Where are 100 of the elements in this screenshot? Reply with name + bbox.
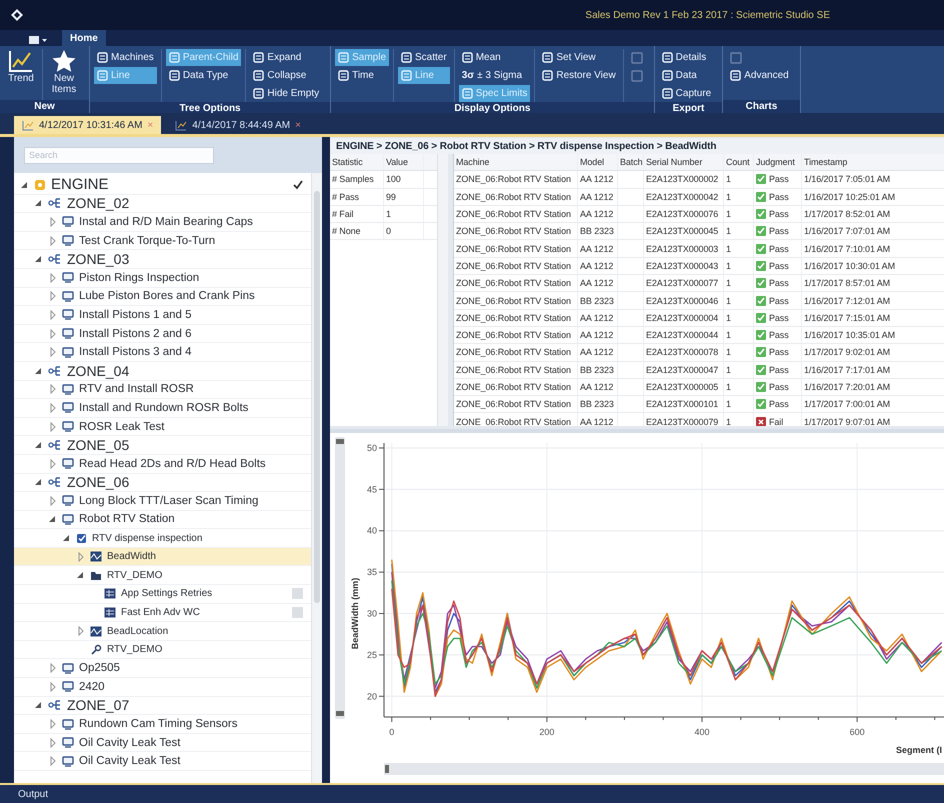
expand-arrow[interactable] bbox=[48, 458, 57, 469]
app-menu-icon[interactable] bbox=[28, 34, 48, 46]
column-header[interactable]: Timestamp bbox=[802, 154, 944, 170]
tree-item[interactable]: Test Crank Torque-To-Turn bbox=[14, 232, 311, 250]
expand-arrow[interactable] bbox=[76, 552, 85, 562]
collapse-arrow[interactable] bbox=[34, 198, 43, 208]
tree-item[interactable]: ZONE_03 bbox=[14, 250, 311, 269]
expand-arrow[interactable] bbox=[48, 384, 57, 394]
tree-item[interactable]: Oil Cavity Leak Test bbox=[14, 734, 311, 752]
checkbox[interactable] bbox=[292, 588, 303, 600]
scroll-bar[interactable] bbox=[437, 154, 448, 426]
document-tab[interactable]: 4/14/2017 8:44:49 AM × bbox=[167, 116, 309, 134]
scroll-bar[interactable] bbox=[335, 437, 345, 719]
expand-arrow[interactable] bbox=[48, 291, 57, 302]
collapse-arrow[interactable] bbox=[34, 366, 43, 376]
ribbon-button[interactable]: Collapse bbox=[250, 67, 322, 84]
expand-arrow[interactable] bbox=[48, 216, 57, 227]
tree-item[interactable]: ZONE_04 bbox=[14, 362, 311, 381]
tree-item[interactable]: Rundown Cam Timing Sensors bbox=[14, 715, 311, 734]
table-cell: 1/16/2017 7:20:01 AM bbox=[802, 378, 944, 396]
collapse-arrow[interactable] bbox=[76, 570, 85, 580]
collapse-arrow[interactable] bbox=[62, 533, 71, 544]
column-header[interactable]: Value bbox=[384, 154, 424, 170]
ribbon-button[interactable]: Mean bbox=[458, 49, 530, 66]
expand-arrow[interactable] bbox=[48, 236, 57, 246]
ribbon-button[interactable]: Scatter bbox=[398, 49, 450, 66]
column-header[interactable]: Machine bbox=[454, 154, 578, 170]
expand-arrow[interactable] bbox=[48, 719, 57, 730]
tree-item[interactable]: BeadWidth bbox=[14, 548, 311, 566]
ribbon-button[interactable]: Data bbox=[658, 67, 714, 84]
column-header[interactable]: Model bbox=[578, 154, 618, 170]
collapse-arrow[interactable] bbox=[34, 254, 43, 264]
tree-item[interactable]: App Settings Retries bbox=[14, 585, 311, 604]
tree-item[interactable]: Install Pistons 1 and 5 bbox=[14, 306, 311, 325]
tree-item[interactable]: Piston Rings Inspection bbox=[14, 268, 311, 288]
expand-arrow[interactable] bbox=[48, 310, 57, 320]
tree-item[interactable]: ENGINE bbox=[14, 176, 311, 195]
tree-item[interactable]: RTV_DEMO bbox=[14, 566, 311, 586]
column-header[interactable]: Judgment bbox=[754, 154, 802, 170]
tree-item[interactable]: BeadLocation bbox=[14, 622, 311, 641]
tree-item[interactable]: Instal and R/D Main Bearing Caps bbox=[14, 213, 311, 232]
tree-item[interactable]: ZONE_07 bbox=[14, 696, 311, 716]
expand-arrow[interactable] bbox=[76, 626, 85, 636]
tree-item[interactable]: ZONE_06 bbox=[14, 474, 311, 492]
column-header[interactable]: Statistic bbox=[330, 154, 384, 170]
ribbon-tab[interactable]: Home bbox=[62, 30, 106, 46]
ribbon-button[interactable]: Advanced bbox=[727, 67, 792, 84]
search-field[interactable]: Search bbox=[24, 146, 214, 164]
expand-arrow[interactable] bbox=[48, 738, 57, 748]
expand-arrow[interactable] bbox=[48, 328, 57, 339]
ribbon-button[interactable]: Capture bbox=[658, 85, 714, 102]
tree-item[interactable]: Robot RTV Station bbox=[14, 510, 311, 530]
ribbon-button[interactable]: Hide Empty bbox=[250, 85, 322, 102]
tree-item[interactable]: Oil Cavity Leak Test bbox=[14, 752, 311, 771]
tree-item[interactable]: 2420 bbox=[14, 678, 311, 697]
tree-item[interactable]: Long Block TTT/Laser Scan Timing bbox=[14, 492, 311, 511]
ribbon-button[interactable]: Trend bbox=[4, 49, 38, 84]
ribbon-button[interactable]: New Items bbox=[47, 49, 81, 95]
ribbon-button[interactable]: 3σ ± 3 Sigma bbox=[458, 67, 530, 84]
collapse-arrow[interactable] bbox=[34, 477, 43, 488]
tree-item[interactable]: Install Pistons 3 and 4 bbox=[14, 343, 311, 362]
document-tab[interactable]: 4/12/2017 10:31:46 AM × bbox=[14, 116, 162, 134]
scroll-bar[interactable] bbox=[384, 763, 944, 775]
ribbon-button[interactable]: Details bbox=[658, 49, 714, 66]
collapse-arrow[interactable] bbox=[34, 700, 43, 710]
expand-arrow[interactable] bbox=[48, 496, 57, 506]
ribbon-button[interactable]: Time bbox=[335, 67, 389, 84]
tree-item[interactable]: Read Head 2Ds and R/D Head Bolts bbox=[14, 454, 311, 474]
column-header[interactable]: Batch bbox=[618, 154, 644, 170]
checkbox[interactable] bbox=[292, 179, 303, 190]
tree-item[interactable]: Install and Rundown ROSR Bolts bbox=[14, 399, 311, 418]
tree-item[interactable]: ROSR Leak Test bbox=[14, 418, 311, 436]
column-header[interactable]: Count bbox=[724, 154, 754, 170]
tree-item[interactable]: RTV and Install ROSR bbox=[14, 380, 311, 400]
tree-item[interactable]: Fast Enh Adv WC bbox=[14, 604, 311, 622]
tree-item[interactable]: Op2505 bbox=[14, 659, 311, 678]
checkbox[interactable] bbox=[292, 606, 303, 618]
close-button[interactable]: × bbox=[295, 120, 301, 130]
tree-item[interactable]: Lube Piston Bores and Crank Pins bbox=[14, 288, 311, 306]
ribbon-button[interactable]: Machines bbox=[94, 49, 157, 66]
scroll-bar[interactable] bbox=[311, 173, 322, 783]
ribbon-button[interactable]: Restore View bbox=[539, 67, 619, 84]
collapse-arrow[interactable] bbox=[20, 180, 29, 190]
tree-item[interactable]: RTV_DEMO bbox=[14, 640, 311, 660]
ribbon-button[interactable]: Data Type bbox=[166, 67, 242, 84]
tree-item[interactable]: ZONE_02 bbox=[14, 194, 311, 214]
expand-arrow[interactable] bbox=[48, 663, 57, 674]
ribbon-button[interactable]: Expand bbox=[250, 49, 322, 66]
collapse-arrow[interactable] bbox=[34, 440, 43, 450]
expand-arrow[interactable] bbox=[48, 402, 57, 413]
column-header[interactable]: Serial Number bbox=[644, 154, 724, 170]
expand-arrow[interactable] bbox=[48, 272, 57, 283]
expand-arrow[interactable] bbox=[48, 756, 57, 766]
expand-arrow[interactable] bbox=[48, 347, 57, 358]
collapse-arrow[interactable] bbox=[48, 514, 57, 524]
expand-arrow[interactable] bbox=[48, 682, 57, 692]
expand-arrow[interactable] bbox=[48, 422, 57, 432]
ribbon-button[interactable]: Set View bbox=[539, 49, 619, 66]
tree-item[interactable]: ZONE_05 bbox=[14, 436, 311, 455]
tree-item[interactable]: Install Pistons 2 and 6 bbox=[14, 324, 311, 344]
